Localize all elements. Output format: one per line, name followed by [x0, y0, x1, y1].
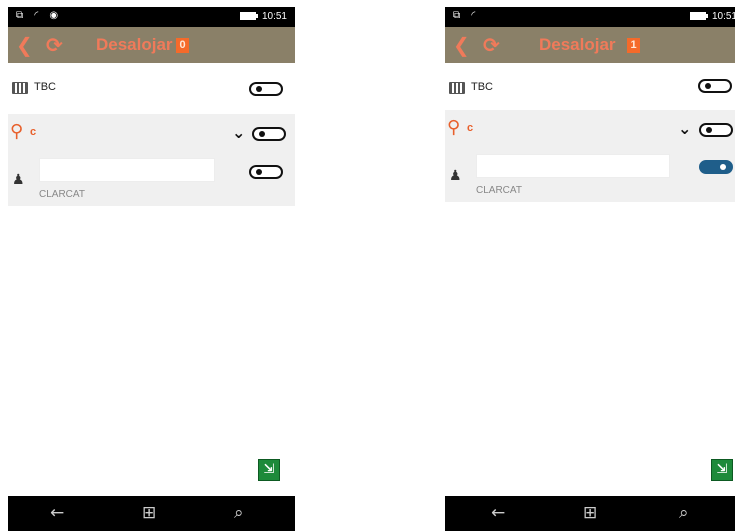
windows-logo-icon[interactable]: ⊞	[142, 503, 156, 523]
person-toggle[interactable]	[249, 165, 283, 179]
status-bar: ⧉ ◜ ◉ 10:51	[8, 7, 295, 27]
location-label: c	[467, 122, 474, 134]
map-pin-icon: ⚲	[447, 117, 461, 138]
page-title: Desalojar	[96, 35, 173, 54]
windows-logo-icon[interactable]: ⊞	[583, 503, 597, 523]
search-icon[interactable]: ⌕	[234, 503, 244, 523]
search-icon[interactable]: ⌕	[679, 503, 689, 523]
tbc-row: TBC	[445, 70, 735, 108]
person-toggle[interactable]	[699, 160, 733, 174]
app-bar: ❮ ⟳ Desalojar 1	[445, 27, 735, 63]
status-icons: ⧉ ◜ ◉	[16, 10, 63, 21]
sync-icon[interactable]: ⟳	[46, 33, 63, 57]
tbc-toggle[interactable]	[698, 79, 732, 93]
person-row: ♟ CLARCAT	[8, 154, 295, 206]
location-toggle[interactable]	[699, 123, 733, 137]
tbc-toggle[interactable]	[249, 82, 283, 96]
location-label: c	[30, 126, 37, 138]
person-icon: ♟	[449, 168, 462, 184]
person-label: CLARCAT	[39, 189, 85, 200]
tbc-label: TBC	[34, 81, 56, 93]
person-label: CLARCAT	[476, 185, 522, 196]
exit-door-icon[interactable]: ⇲	[258, 459, 280, 481]
back-chevron-icon[interactable]: ❮	[16, 33, 33, 57]
status-time: 10:51	[711, 11, 735, 22]
battery-icon	[689, 12, 708, 21]
chevron-down-icon[interactable]: ⌄	[678, 119, 691, 138]
count-badge: 0	[176, 38, 189, 53]
phone-screen-before: ⧉ ◜ ◉ 10:51 ❮ ⟳ Desalojar 0 TBC ⚲ c ⌄ ♟ …	[8, 0, 295, 531]
nav-back-icon[interactable]: ←	[491, 503, 505, 523]
status-right: 10:51	[239, 11, 287, 22]
keyboard-icon	[12, 82, 28, 94]
tbc-row: TBC	[8, 70, 295, 108]
sync-icon[interactable]: ⟳	[483, 33, 500, 57]
chevron-down-icon[interactable]: ⌄	[232, 123, 245, 142]
status-right: 10:51	[689, 11, 735, 22]
person-input[interactable]	[476, 154, 670, 178]
map-pin-icon: ⚲	[10, 121, 24, 142]
person-icon: ♟	[12, 172, 25, 188]
exit-door-icon[interactable]: ⇲	[711, 459, 733, 481]
battery-icon	[239, 12, 258, 21]
back-chevron-icon[interactable]: ❮	[453, 33, 470, 57]
location-row: ⚲ c ⌄	[445, 110, 735, 150]
location-toggle[interactable]	[252, 127, 286, 141]
person-row: ♟ CLARCAT	[445, 150, 735, 202]
location-row: ⚲ c ⌄	[8, 114, 295, 154]
status-bar: ⧉ ◜ 10:51	[445, 7, 735, 27]
nav-back-icon[interactable]: ←	[50, 503, 64, 523]
app-bar: ❮ ⟳ Desalojar 0	[8, 27, 295, 63]
count-badge: 1	[627, 38, 640, 53]
nav-bar: ← ⊞ ⌕	[445, 496, 735, 531]
tbc-label: TBC	[471, 81, 493, 93]
page-title: Desalojar	[539, 35, 616, 54]
nav-bar: ← ⊞ ⌕	[8, 496, 295, 531]
phone-screen-after: ⧉ ◜ 10:51 ❮ ⟳ Desalojar 1 TBC ⚲ c ⌄ ♟ CL…	[445, 0, 735, 531]
keyboard-icon	[449, 82, 465, 94]
person-input[interactable]	[39, 158, 215, 182]
status-time: 10:51	[261, 11, 287, 22]
status-icons: ⧉ ◜	[453, 10, 480, 21]
